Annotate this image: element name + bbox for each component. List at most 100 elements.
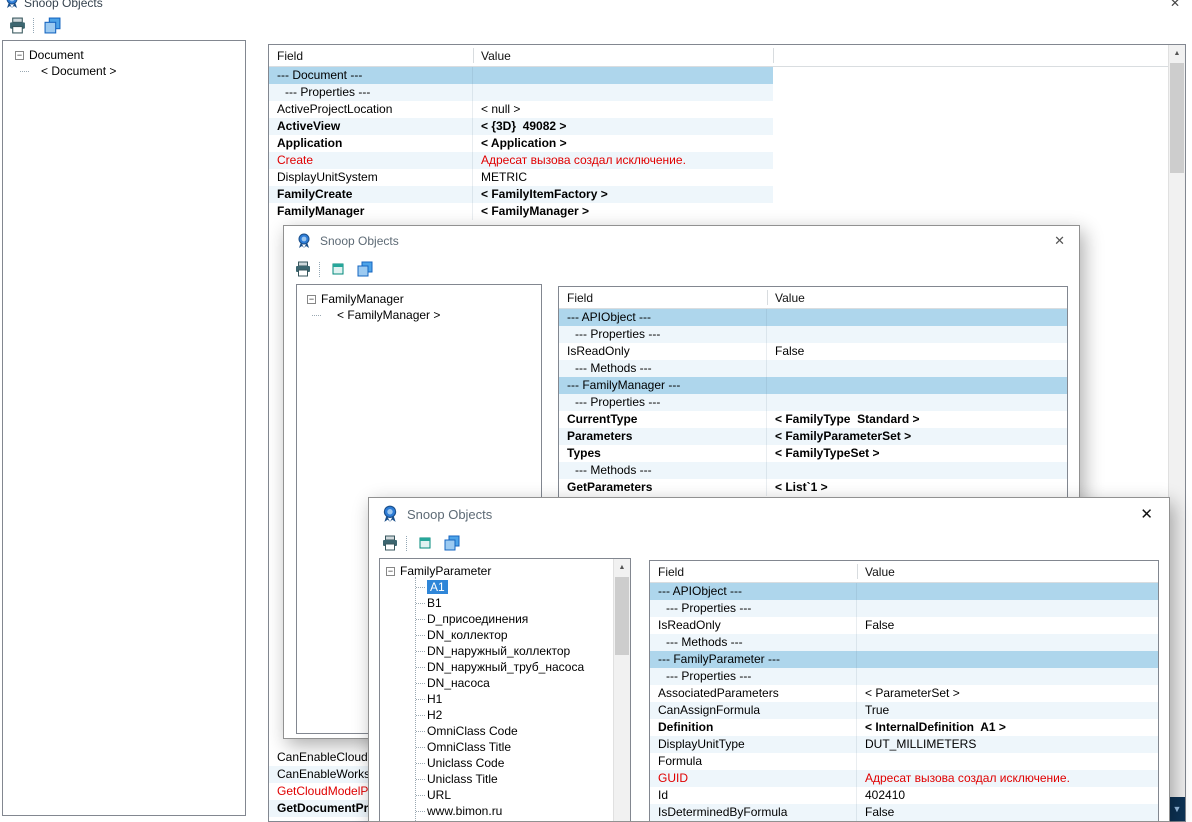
table-row[interactable]: DisplayUnitSystemMETRIC	[269, 169, 773, 186]
table-row[interactable]: --- FamilyParameter ---	[650, 651, 1158, 668]
table-row[interactable]: Application< Application >	[269, 135, 773, 152]
tree-root-familyparameter[interactable]: − FamilyParameter	[380, 563, 630, 579]
dialog-titlebar[interactable]: Snoop Objects ✕	[369, 498, 1169, 530]
tree-item[interactable]: DN_наружный_труб_насоса	[380, 659, 612, 675]
field-column-header[interactable]: Field	[277, 49, 303, 63]
table-row[interactable]: CreateАдресат вызова создал исключение.	[269, 152, 773, 169]
table-row[interactable]: CanAssignFormulaTrue	[650, 702, 1158, 719]
table-row[interactable]: --- APIObject ---	[650, 583, 1158, 600]
column-divider[interactable]	[767, 290, 768, 305]
preview-button[interactable]	[414, 533, 436, 553]
tree-item[interactable]: www.bimon.ru	[380, 803, 612, 819]
tree-item[interactable]: URL	[380, 787, 612, 803]
table-row[interactable]: --- FamilyManager ---	[559, 377, 1067, 394]
value-column-header[interactable]: Value	[865, 565, 895, 579]
print-button[interactable]	[6, 15, 28, 35]
dialog-titlebar[interactable]: Snoop Objects ✕	[284, 226, 1079, 256]
table-row[interactable]: ActiveProjectLocation< null >	[269, 101, 773, 118]
table-row[interactable]: GUIDАдресат вызова создал исключение.	[650, 770, 1158, 787]
tree-item[interactable]: OmniClass Code	[380, 723, 612, 739]
tree-item-label: H2	[427, 708, 442, 722]
table-row[interactable]: ActiveView< {3D} 49082 >	[269, 118, 773, 135]
table-row[interactable]: DisplayUnitTypeDUT_MILLIMETERS	[650, 736, 1158, 753]
table-row[interactable]: IsReadOnlyFalse	[650, 617, 1158, 634]
value-column-header[interactable]: Value	[481, 49, 511, 63]
properties-table: Field Value --- APIObject ------ Propert…	[649, 560, 1159, 822]
tree-item[interactable]: H2	[380, 707, 612, 723]
column-divider[interactable]	[773, 48, 774, 63]
scrollbar-thumb[interactable]	[1170, 63, 1184, 173]
print-button[interactable]	[292, 259, 314, 279]
snoop-objects-button[interactable]	[41, 15, 63, 35]
table-row[interactable]: --- Methods ---	[650, 634, 1158, 651]
table-row[interactable]: --- Methods ---	[559, 462, 1067, 479]
tree-item-document[interactable]: < Document >	[3, 63, 245, 79]
table-row[interactable]: --- Properties ---	[559, 326, 1067, 343]
value-cell: < ParameterSet >	[857, 685, 1158, 702]
table-row[interactable]: IsDeterminedByFormulaFalse	[650, 804, 1158, 821]
table-row[interactable]: --- Methods ---	[559, 360, 1067, 377]
close-icon[interactable]: ✕	[1140, 505, 1153, 523]
close-icon[interactable]: ✕	[1170, 0, 1180, 10]
tree-scrollbar[interactable]: ▲	[613, 559, 630, 822]
snoop-objects-button[interactable]	[441, 533, 463, 553]
vertical-scrollbar[interactable]: ▲ ▼	[1168, 45, 1185, 821]
field-cell: CanAssignFormula	[650, 702, 857, 719]
value-cell: < FamilyParameterSet >	[767, 428, 1067, 445]
tree-item-label: DN_наружный_коллектор	[427, 644, 570, 658]
tree-item[interactable]: D_присоединения	[380, 611, 612, 627]
close-icon[interactable]: ✕	[1054, 233, 1065, 249]
tree-item[interactable]: OmniClass Title	[380, 739, 612, 755]
table-row[interactable]: FamilyCreate< FamilyItemFactory >	[269, 186, 773, 203]
tree-root-document[interactable]: − Document	[3, 47, 245, 63]
column-divider[interactable]	[857, 564, 858, 579]
table-row[interactable]: --- Properties ---	[650, 600, 1158, 617]
scroll-up-icon: ▲	[1174, 50, 1181, 57]
scroll-up-button[interactable]: ▲	[1169, 45, 1185, 62]
field-column-header[interactable]: Field	[567, 291, 593, 305]
field-column-header[interactable]: Field	[658, 565, 684, 579]
tree-item[interactable]: DN_насоса	[380, 675, 612, 691]
table-row[interactable]: --- Properties ---	[559, 394, 1067, 411]
table-row[interactable]: AssociatedParameters< ParameterSet >	[650, 685, 1158, 702]
scroll-up-button[interactable]: ▲	[614, 559, 630, 576]
table-row[interactable]: --- Properties ---	[650, 668, 1158, 685]
table-row[interactable]: --- Document ---	[269, 67, 773, 84]
collapse-icon[interactable]: −	[386, 567, 395, 576]
value-column-header[interactable]: Value	[775, 291, 805, 305]
tree-item[interactable]: Uniclass Code	[380, 755, 612, 771]
table-row[interactable]: Definition< InternalDefinition A1 >	[650, 719, 1158, 736]
scrollbar-thumb[interactable]	[615, 577, 629, 655]
table-row[interactable]: CurrentType< FamilyType Standard >	[559, 411, 1067, 428]
table-row[interactable]: GetParameters< List`1 >	[559, 479, 1067, 496]
table-row[interactable]: Parameters< FamilyParameterSet >	[559, 428, 1067, 445]
toolbar-grip	[319, 262, 322, 277]
table-row[interactable]: --- APIObject ---	[559, 309, 1067, 326]
scroll-down-button[interactable]: ▼	[1169, 797, 1185, 821]
tree-item[interactable]: A1	[380, 579, 612, 595]
tree-item[interactable]: DN_наружный_коллектор	[380, 643, 612, 659]
table-row[interactable]: Formula	[650, 753, 1158, 770]
table-rows: --- APIObject ------ Properties ---IsRea…	[650, 583, 1158, 821]
table-row[interactable]: Id402410	[650, 787, 1158, 804]
tree-item[interactable]: DN_коллектор	[380, 627, 612, 643]
table-row[interactable]: Types< FamilyTypeSet >	[559, 445, 1067, 462]
collapse-icon[interactable]: −	[15, 51, 24, 60]
tree-item-label: DN_наружный_труб_насоса	[427, 660, 584, 674]
preview-button[interactable]	[327, 259, 349, 279]
tree-root-label: FamilyParameter	[400, 564, 491, 578]
table-row[interactable]: IsReadOnlyFalse	[559, 343, 1067, 360]
column-divider[interactable]	[473, 48, 474, 63]
tree-item[interactable]: B1	[380, 595, 612, 611]
table-row[interactable]: FamilyManager< FamilyManager >	[269, 203, 773, 220]
tree-item[interactable]: Uniclass Title	[380, 771, 612, 787]
tree-item[interactable]: H1	[380, 691, 612, 707]
tree-item-familymanager[interactable]: < FamilyManager >	[297, 307, 541, 323]
collapse-icon[interactable]: −	[307, 295, 316, 304]
dialog-title: Snoop Objects	[320, 234, 399, 248]
table-row[interactable]: --- Properties ---	[269, 84, 773, 101]
value-cell: < List`1 >	[767, 479, 1067, 496]
print-button[interactable]	[379, 533, 401, 553]
snoop-objects-button[interactable]	[354, 259, 376, 279]
tree-root-familymanager[interactable]: − FamilyManager	[297, 291, 541, 307]
